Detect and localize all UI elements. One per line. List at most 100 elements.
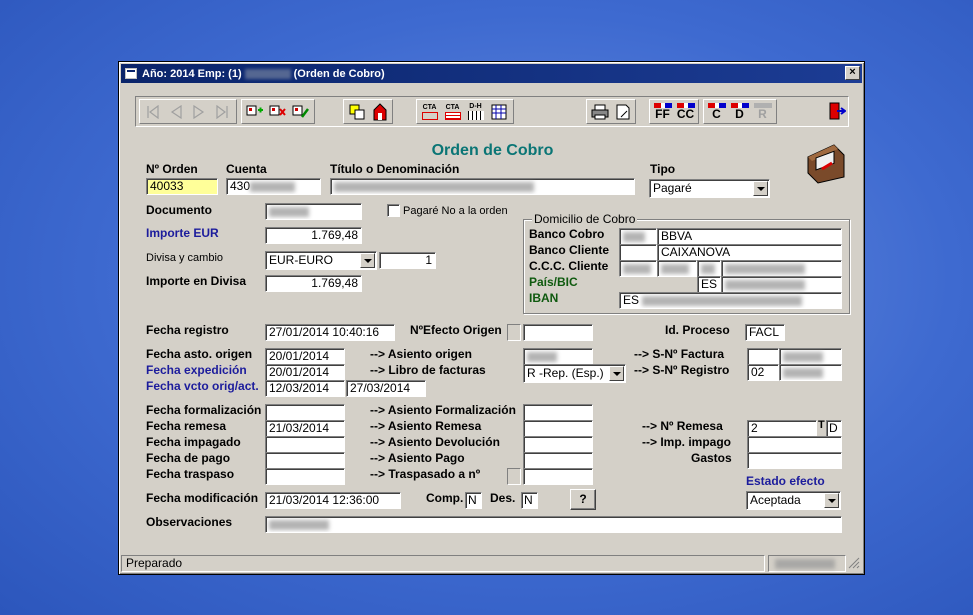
d-button[interactable]: D [728,101,751,122]
banco-cobro-code[interactable] [619,228,657,245]
bank-icon[interactable] [368,101,391,122]
title-bar: Año: 2014 Emp: (1) (Orden de Cobro) × [121,64,862,83]
libro-value: R -Rep. (Esp.) [527,366,604,380]
documento-field[interactable] [265,203,362,220]
bic-field[interactable] [721,276,842,293]
asiento-remesa-field[interactable] [523,420,593,437]
r-button[interactable]: R [751,101,774,122]
toolbar: CTA CTA D-H FF CC C D R [135,96,849,127]
pais-field[interactable]: ES [697,276,721,293]
n-efecto-field[interactable] [523,324,593,341]
redacted-company [244,68,291,79]
asiento-pago-field[interactable] [523,452,593,469]
fecha-vcto-orig-field[interactable]: 12/03/2014 [265,380,345,397]
s-factura-numero[interactable] [779,348,842,365]
delete-record-icon[interactable] [266,101,289,122]
traspasado-field[interactable] [523,468,593,485]
edit-record-icon[interactable] [289,101,312,122]
print-group [586,99,636,124]
s-registro-numero[interactable] [779,364,842,381]
fecha-expedicion-field[interactable]: 20/01/2014 [265,364,345,381]
asiento-pago-label: --> Asiento Pago [370,451,465,465]
tipo-select[interactable]: Pagaré [649,179,770,198]
prev-record-icon[interactable] [164,101,187,122]
fecha-pago-field[interactable] [265,452,345,469]
traspasado-prefix[interactable] [507,468,521,485]
s-registro-label: --> S-Nº Registro [634,363,730,377]
n-efecto-prefix[interactable] [507,324,521,341]
iban-field[interactable]: ES [619,292,842,309]
preview-icon[interactable] [611,101,634,122]
imp-impago-field[interactable] [747,436,842,453]
cuenta-field[interactable]: 430 [226,178,321,195]
last-record-icon[interactable] [210,101,233,122]
grid-icon[interactable] [487,101,510,122]
importe-eur-label: Importe EUR [146,226,219,240]
banco-cobro-label: Banco Cobro [529,227,605,241]
iban-label: IBAN [529,291,559,305]
banco-cliente-code[interactable] [619,244,657,261]
ff-button[interactable]: FF [651,101,674,122]
ccc-cuenta[interactable] [721,260,842,277]
estado-efecto-select[interactable]: Aceptada [746,491,841,510]
ccc-entidad[interactable] [619,260,657,277]
s-factura-serie[interactable] [747,348,779,365]
fecha-expedicion-label: Fecha expedición [146,363,247,377]
estado-efecto-label: Estado efecto [746,474,825,488]
fecha-registro-field[interactable]: 27/01/2014 10:40:16 [265,324,395,341]
remesa-d-field[interactable]: D [826,420,842,437]
banco-cliente-field[interactable]: CAIXANOVA [657,244,842,261]
asiento-remesa-label: --> Asiento Remesa [370,419,482,433]
libro-facturas-select[interactable]: R -Rep. (Esp.) [523,364,626,383]
n-orden-field[interactable]: 40033 [146,178,218,195]
help-button[interactable]: ? [570,489,596,510]
gastos-field[interactable] [747,452,842,469]
account-icon[interactable]: CTA [418,101,441,122]
printer-icon[interactable] [588,101,611,122]
traspasado-label: --> Traspasado a nº [370,467,481,481]
fecha-traspaso-field[interactable] [265,468,345,485]
fecha-asto-field[interactable]: 20/01/2014 [265,348,345,365]
asiento-origen-field[interactable] [523,348,593,365]
id-proceso-label: Id. Proceso [665,323,730,337]
comp-field[interactable]: N [465,492,482,509]
ledger-icon[interactable]: D-H [464,101,487,122]
first-record-icon[interactable] [141,101,164,122]
cc-button[interactable]: CC [674,101,697,122]
ccc-dc[interactable] [697,260,721,277]
fecha-impagado-field[interactable] [265,436,345,453]
window-title-suffix: (Orden de Cobro) [293,67,385,80]
s-factura-label: --> S-Nº Factura [634,347,725,361]
fecha-modificacion-field[interactable]: 21/03/2014 12:36:00 [265,492,401,509]
divisa-select[interactable]: EUR-EURO [265,251,377,270]
fecha-vcto-label: Fecha vcto orig/act. [146,379,259,393]
asiento-devolucion-field[interactable] [523,436,593,453]
c-button[interactable]: C [705,101,728,122]
resize-grip-icon[interactable] [846,555,862,572]
importe-divisa-field[interactable]: 1.769,48 [265,275,362,292]
banco-cobro-field[interactable]: BBVA [657,228,842,245]
asiento-formalizacion-field[interactable] [523,404,593,421]
fecha-formalizacion-field[interactable] [265,404,345,421]
next-record-icon[interactable] [187,101,210,122]
account-list-icon[interactable]: CTA [441,101,464,122]
fecha-vcto-act-field[interactable]: 27/03/2014 [346,380,426,397]
close-button[interactable]: × [845,66,860,80]
add-record-icon[interactable] [243,101,266,122]
pagare-no-checkbox[interactable] [387,204,400,217]
observaciones-field[interactable] [265,516,842,533]
s-registro-serie[interactable]: 02 [747,364,779,381]
titulo-field[interactable] [330,178,635,195]
copy-record-icon[interactable] [345,101,368,122]
ccc-oficina[interactable] [657,260,697,277]
importe-eur-field[interactable]: 1.769,48 [265,227,362,244]
exit-icon[interactable] [825,100,848,121]
cambio-field[interactable]: 1 [379,252,436,269]
n-remesa-label: --> Nº Remesa [642,419,723,433]
des-field[interactable]: N [521,492,538,509]
accounts-group: CTA CTA D-H [416,99,514,124]
status-bar: Preparado [121,555,862,572]
n-remesa-field[interactable]: 2 [747,420,817,437]
id-proceso-field[interactable]: FACL [745,324,785,341]
fecha-remesa-field[interactable]: 21/03/2014 [265,420,345,437]
